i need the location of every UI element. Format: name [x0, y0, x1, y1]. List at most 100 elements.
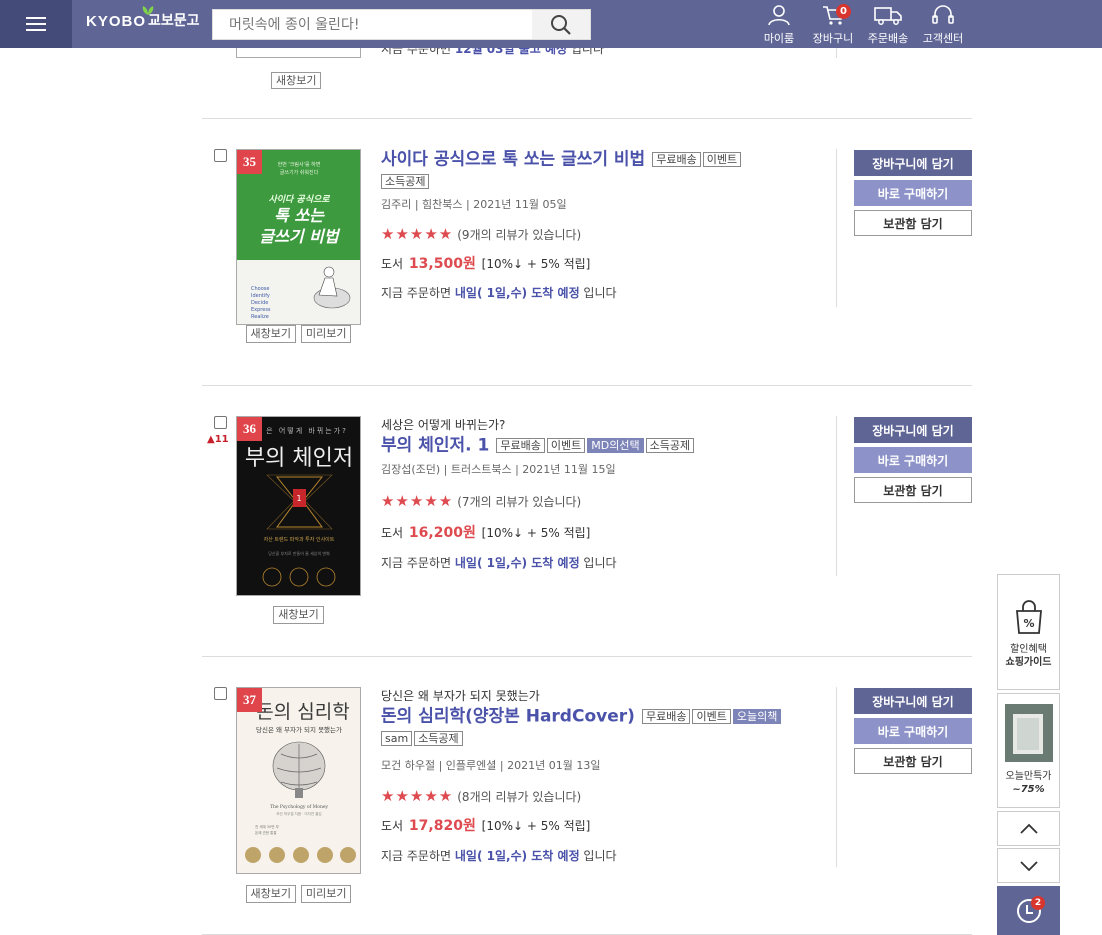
logo-text-en: KYOBO [86, 13, 147, 30]
svg-text:전 세계 30만 부: 전 세계 30만 부 [255, 824, 280, 829]
buy-now-button[interactable]: 바로 구매하기 [854, 447, 972, 473]
book-price: 13,500원 [408, 255, 476, 272]
book-title[interactable]: 사이다 공식으로 톡 쏘는 글쓰기 비법 [381, 150, 645, 170]
svg-text:Identify: Identify [251, 293, 270, 299]
cover-buttons: 새창보기 미리보기 [236, 885, 361, 903]
select-checkbox[interactable] [214, 416, 227, 429]
book-title[interactable]: 돈의 심리학(양장본 HardCover) [381, 707, 635, 727]
book-subtitle: 세상은 어떻게 바뀌는가? [381, 418, 506, 432]
svg-text:글쓰기 비법: 글쓰기 비법 [259, 227, 340, 246]
add-to-cart-button[interactable]: 장바구니에 담기 [854, 150, 972, 176]
svg-text:Decide: Decide [251, 300, 268, 306]
row-separator [202, 656, 972, 657]
new-window-button[interactable]: 새창보기 [245, 325, 296, 343]
menu-button[interactable] [0, 0, 72, 48]
preview-button[interactable]: 미리보기 [301, 885, 352, 903]
today-special-widget[interactable]: 오늘만특가 ~75% [997, 693, 1060, 808]
svg-text:글쓰기가 쉬워진다: 글쓰기가 쉬워진다 [280, 169, 319, 176]
book-cover[interactable]: 37 돈의 심리학 당신은 왜 부자가 되지 못했는가 The Psycholo… [236, 687, 361, 874]
tag-event: 이벤트 [692, 709, 731, 724]
buy-now-button[interactable]: 바로 구매하기 [854, 718, 972, 744]
review-count[interactable]: (8개의 리뷰가 있습니다) [457, 790, 581, 804]
discount-bag-icon: % [1016, 600, 1042, 634]
tag-event: 이벤트 [702, 152, 742, 167]
chevron-down-icon [1019, 860, 1038, 871]
delivery-info: 지금 주문하면 내일( 1일,수) 도착 예정 입니다 [381, 284, 831, 301]
book-price: 17,820원 [408, 817, 476, 834]
rank-badge: 35 [237, 150, 262, 174]
search-input[interactable] [213, 10, 533, 39]
buy-now-button[interactable]: 바로 구매하기 [854, 180, 972, 206]
book-info: 당신은 왜 부자가 되지 못했는가 돈의 심리학(양장본 HardCover) … [381, 687, 831, 864]
book-meta: 모건 하우절 | 인플루엔셜 | 2021년 01월 13일 [381, 758, 601, 772]
new-window-button[interactable]: 새창보기 [245, 885, 296, 903]
svg-text:부의 체인저: 부의 체인저 [245, 446, 353, 471]
discount-info: [10%↓ + 5% 적립] [481, 256, 591, 271]
format-label: 도서 [381, 818, 404, 833]
today-line2: ~75% [1012, 784, 1045, 795]
nav-myroom[interactable]: 마이룸 [753, 4, 805, 46]
add-to-wishlist-button[interactable]: 보관함 담기 [854, 210, 972, 236]
book-cover[interactable]: 35 한번 '크림사'를 하면 글쓰기가 쉬워진다 사이다 공식으로 톡 쏘는 … [236, 149, 361, 325]
book-meta: 김주리 | 힘찬북스 | 2021년 11월 05일 [381, 197, 567, 211]
book-title[interactable]: 부의 체인저. 1 [381, 436, 489, 456]
svg-text:1: 1 [296, 494, 301, 503]
search-button[interactable] [532, 10, 590, 39]
cover-buttons: 새창보기 [236, 606, 361, 624]
new-window-button[interactable]: 새창보기 [271, 72, 322, 89]
add-to-wishlist-button[interactable]: 보관함 담기 [854, 477, 972, 503]
prev-cover[interactable] [236, 48, 361, 58]
discount-info: [10%↓ + 5% 적립] [481, 818, 591, 833]
cover-buttons: 새창보기 미리보기 [236, 325, 361, 343]
delivery-highlight: 내일( 1일,수) 도착 예정 [454, 848, 580, 863]
title-line: 사이다 공식으로 톡 쏘는 글쓰기 비법 무료배송 이벤트 [381, 149, 831, 170]
preview-button[interactable]: 미리보기 [301, 325, 352, 343]
rating-line: ★★★★★ (9개의 리뷰가 있습니다) [381, 224, 831, 243]
row-separator [202, 385, 972, 386]
delivery-tail: 입니다 [579, 285, 617, 300]
price-line: 도서 13,500원 [10%↓ + 5% 적립] [381, 253, 831, 273]
guide-line2: 쇼핑가이드 [1005, 657, 1052, 668]
nav-order-delivery[interactable]: 주문배송 [862, 4, 914, 46]
recent-viewed-button[interactable]: 2 [997, 886, 1060, 935]
select-checkbox[interactable] [214, 687, 227, 700]
nav-cart[interactable]: 0 장바구니 [807, 4, 859, 46]
divider [836, 416, 837, 576]
truck-icon [874, 7, 902, 25]
user-icon [768, 5, 790, 26]
add-to-cart-button[interactable]: 장바구니에 담기 [854, 688, 972, 714]
scroll-up-button[interactable] [997, 811, 1060, 846]
svg-text:Choose: Choose [251, 286, 269, 292]
book-cover[interactable]: 36 은 어떻게 바뀌는가? 부의 체인저 1 자산 트렌드 파악과 투자 인사… [236, 416, 361, 596]
tag-free-shipping: 무료배송 [642, 709, 691, 724]
add-to-wishlist-button[interactable]: 보관함 담기 [854, 748, 972, 774]
nav-label: 주문배송 [867, 32, 909, 45]
select-checkbox[interactable] [214, 149, 227, 162]
svg-text:Express: Express [251, 307, 271, 313]
tag-md-pick: MD의선택 [587, 438, 644, 453]
book-info: 사이다 공식으로 톡 쏘는 글쓰기 비법 무료배송 이벤트 소득공제 김주리 | … [381, 149, 831, 301]
rating-line: ★★★★★ (7개의 리뷰가 있습니다) [381, 491, 831, 510]
review-count[interactable]: (7개의 리뷰가 있습니다) [457, 495, 581, 509]
shopping-guide-widget[interactable]: % 할인혜택 쇼핑가이드 [997, 574, 1060, 690]
tag-line: sam 소득공제 [381, 728, 831, 747]
book-price: 16,200원 [408, 524, 476, 541]
tag-event: 이벤트 [546, 438, 586, 453]
scroll-down-button[interactable] [997, 848, 1060, 883]
add-to-cart-button[interactable]: 장바구니에 담기 [854, 417, 972, 443]
recent-count-badge: 2 [1031, 896, 1045, 910]
guide-text: 할인혜택 쇼핑가이드 [998, 643, 1059, 669]
hamburger-icon [26, 16, 46, 32]
nav-customer-center[interactable]: 고객센터 [917, 4, 969, 46]
tag-free-shipping: 무료배송 [496, 438, 545, 453]
new-window-button[interactable]: 새창보기 [273, 606, 324, 624]
tag-line: 소득공제 [381, 171, 831, 190]
review-count[interactable]: (9개의 리뷰가 있습니다) [457, 228, 581, 242]
svg-text:%: % [1023, 617, 1034, 630]
rating-line: ★★★★★ (8개의 리뷰가 있습니다) [381, 786, 831, 805]
kyobo-logo[interactable]: KYOBO 교보문고 [86, 6, 200, 30]
delivery-highlight: 내일( 1일,수) 도착 예정 [454, 555, 580, 570]
delivery-info: 지금 주문하면 내일( 1일,수) 도착 예정 입니다 [381, 554, 831, 571]
delivery-tail: 입니다 [579, 848, 617, 863]
title-line: 돈의 심리학(양장본 HardCover) 무료배송 이벤트 오늘의책 [381, 706, 831, 727]
